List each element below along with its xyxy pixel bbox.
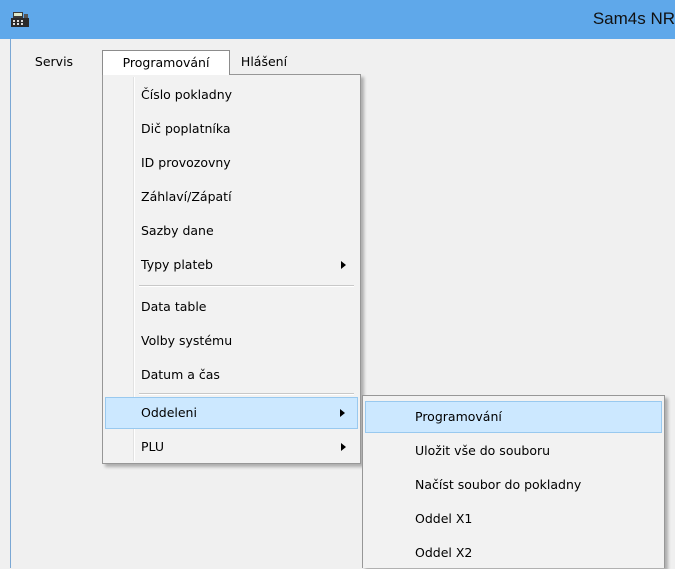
- oddeleni-submenu: Programování Uložit vše do souboru Načís…: [362, 395, 665, 568]
- menu-item-zahlavi-zapati[interactable]: Záhlaví/Zápatí: [105, 181, 358, 213]
- menu-item-volby-systemu[interactable]: Volby systému: [105, 325, 358, 357]
- submenu-item-oddel-x1[interactable]: Oddel X1: [365, 503, 662, 535]
- menu-item-dic-poplatnika[interactable]: Dič poplatníka: [105, 113, 358, 145]
- submenu-item-nacist-soubor[interactable]: Načíst soubor do pokladny: [365, 469, 662, 501]
- submenu-arrow-icon: [341, 443, 346, 451]
- submenu-item-oddel-x2[interactable]: Oddel X2: [365, 537, 662, 569]
- menu-item-label: Číslo pokladny: [141, 87, 233, 102]
- menu-hlaseni-label: Hlášení: [240, 54, 288, 69]
- menu-item-label: Typy plateb: [141, 257, 213, 272]
- menu-item-sazby-dane[interactable]: Sazby dane: [105, 215, 358, 247]
- menu-item-label: Volby systému: [141, 333, 233, 348]
- submenu-item-ulozit-vse[interactable]: Uložit vše do souboru: [365, 435, 662, 467]
- menu-separator: [139, 393, 354, 395]
- title-bar[interactable]: Sam4s NR: [0, 0, 675, 39]
- window-title: Sam4s NR: [592, 9, 675, 28]
- menu-item-label: Uložit vše do souboru: [415, 443, 551, 458]
- menu-bar: Servis Programování Hlášení: [10, 50, 675, 75]
- menu-item-data-table[interactable]: Data table: [105, 291, 358, 323]
- menu-item-label: PLU: [141, 439, 165, 454]
- menu-hlaseni[interactable]: Hlášení: [232, 50, 296, 74]
- menu-servis-label: Servis: [34, 54, 74, 69]
- menu-item-label: Data table: [141, 299, 207, 314]
- menu-item-label: Programování: [415, 409, 502, 424]
- menu-programovani[interactable]: Programování: [102, 50, 230, 75]
- menu-item-label: Sazby dane: [141, 223, 214, 238]
- menu-item-label: Dič poplatníka: [141, 121, 231, 136]
- menu-item-oddeleni[interactable]: Oddeleni: [105, 397, 358, 429]
- menu-item-label: Oddeleni: [141, 405, 197, 420]
- menu-item-label: Oddel X1: [415, 511, 473, 526]
- menu-item-plu[interactable]: PLU: [105, 431, 358, 463]
- cash-register-icon: [11, 12, 29, 27]
- menu-item-label: Načíst soubor do pokladny: [415, 477, 582, 492]
- submenu-arrow-icon: [341, 261, 346, 269]
- menu-item-label: ID provozovny: [141, 155, 231, 170]
- menu-item-label: Oddel X2: [415, 545, 473, 560]
- menu-servis[interactable]: Servis: [18, 50, 90, 74]
- submenu-item-programovani[interactable]: Programování: [365, 401, 662, 433]
- programovani-dropdown: Číslo pokladny Dič poplatníka ID provozo…: [102, 74, 361, 464]
- menu-programovani-label: Programování: [122, 55, 210, 70]
- menu-item-typy-plateb[interactable]: Typy plateb: [105, 249, 358, 281]
- menu-item-label: Záhlaví/Zápatí: [141, 189, 232, 204]
- menu-item-id-provozovny[interactable]: ID provozovny: [105, 147, 358, 179]
- menu-item-cislo-pokladny[interactable]: Číslo pokladny: [105, 79, 358, 111]
- menu-item-label: Datum a čas: [141, 367, 220, 382]
- menu-item-datum-a-cas[interactable]: Datum a čas: [105, 359, 358, 391]
- menu-separator: [139, 285, 354, 287]
- submenu-arrow-icon: [340, 409, 345, 417]
